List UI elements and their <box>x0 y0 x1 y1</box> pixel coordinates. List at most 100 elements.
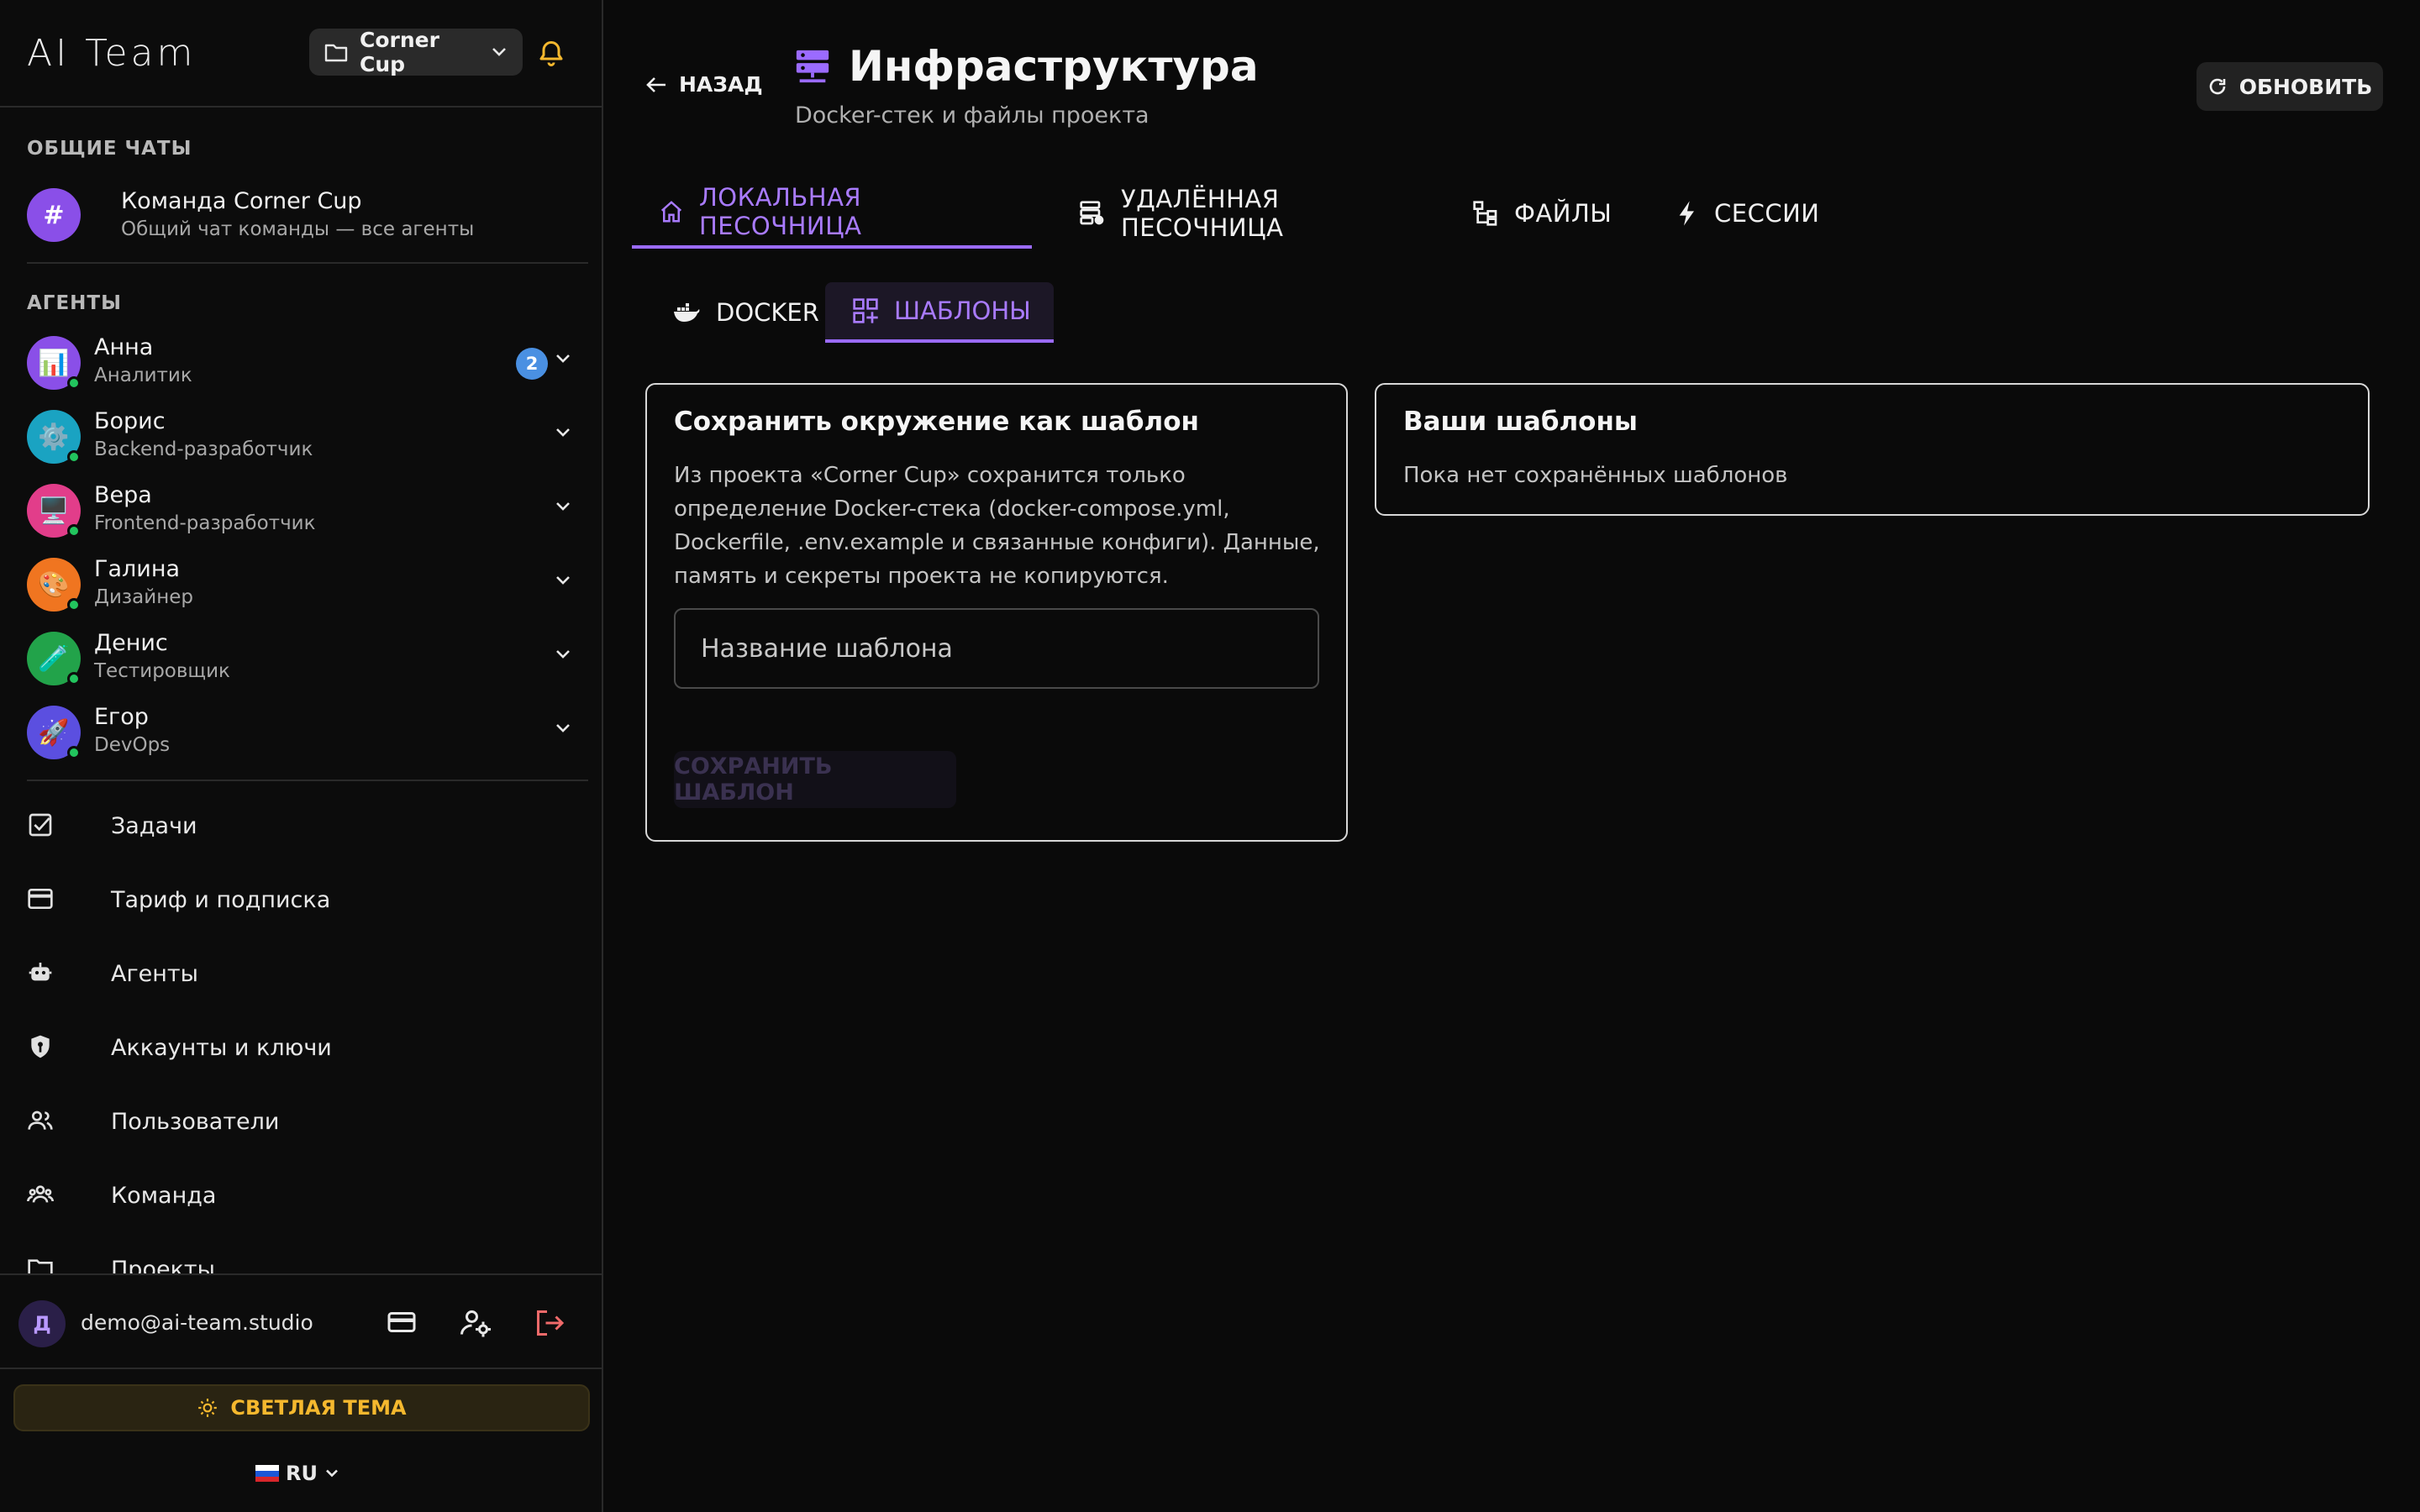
chevron-down-icon[interactable] <box>555 722 571 734</box>
template-name-input[interactable] <box>674 608 1319 689</box>
team-chat-item[interactable]: # Команда Corner Cup Общий чат команды —… <box>27 181 581 249</box>
nav-item-label: Аккаунты и ключи <box>111 1035 332 1061</box>
agent-item[interactable]: 🚀 Егор DevOps <box>27 699 581 766</box>
file-tree-icon <box>1472 200 1499 227</box>
nav-item[interactable]: Пользователи <box>27 1092 581 1152</box>
light-theme-label: СВЕТЛАЯ ТЕМА <box>230 1396 407 1420</box>
language-code: RU <box>286 1462 318 1485</box>
sidebar: AI Team Corner Cup ОБЩИЕ ЧАТЫ # Команда … <box>0 0 603 1512</box>
save-template-title: Сохранить окружение как шаблон <box>674 407 1199 437</box>
server-remote-icon <box>1079 200 1106 227</box>
nav-item[interactable]: Команда <box>27 1166 581 1226</box>
chevron-down-icon[interactable] <box>555 427 571 438</box>
agent-role: Backend-разработчик <box>94 438 313 460</box>
nav-item-label: Агенты <box>111 961 198 987</box>
logout-icon[interactable] <box>534 1309 565 1337</box>
users-icon <box>27 1107 54 1134</box>
your-templates-title: Ваши шаблоны <box>1403 407 1638 437</box>
nav-item-label: Тариф и подписка <box>111 887 331 913</box>
online-status-dot <box>67 376 81 390</box>
divider <box>27 262 588 264</box>
folder-icon <box>324 42 348 62</box>
tab-label: ЛОКАЛЬНАЯ ПЕСОЧНИЦА <box>699 183 862 240</box>
chevron-down-icon[interactable] <box>555 648 571 660</box>
subtab-templates[interactable]: ШАБЛОНЫ <box>825 282 1054 343</box>
agent-role: Frontend-разработчик <box>94 512 316 534</box>
sun-icon <box>197 1397 218 1419</box>
agent-item[interactable]: 🧪 Денис Тестировщик <box>27 625 581 692</box>
save-template-button[interactable]: СОХРАНИТЬ ШАБЛОН <box>674 751 956 808</box>
nav-item[interactable]: Аккаунты и ключи <box>27 1018 581 1079</box>
docker-icon <box>672 302 701 323</box>
light-theme-button[interactable]: СВЕТЛАЯ ТЕМА <box>13 1384 590 1431</box>
chevron-down-icon[interactable] <box>555 575 571 586</box>
ru-flag-icon <box>255 1465 279 1482</box>
folder-icon <box>27 1255 54 1273</box>
agent-emoji-icon: 🧪 <box>38 643 70 674</box>
notifications-bell-icon[interactable] <box>536 39 566 69</box>
nav-item[interactable]: Проекты <box>27 1240 581 1273</box>
agent-name: Анна <box>94 334 154 360</box>
nav-item[interactable]: Агенты <box>27 944 581 1005</box>
billing-card-icon[interactable] <box>387 1309 417 1336</box>
refresh-button-label: ОБНОВИТЬ <box>2238 74 2373 99</box>
agent-name: Егор <box>94 704 149 730</box>
nav-item[interactable]: Задачи <box>27 796 581 857</box>
agent-item[interactable]: 🎨 Галина Дизайнер <box>27 551 581 618</box>
your-templates-card: Ваши шаблоны Пока нет сохранённых шаблон… <box>1375 383 2370 516</box>
agent-role: DevOps <box>94 734 171 756</box>
save-template-card: Сохранить окружение как шаблон Из проект… <box>645 383 1348 842</box>
sidebar-header: AI Team Corner Cup <box>0 0 602 108</box>
team-chat-name: Команда Corner Cup <box>121 188 362 214</box>
language-selector[interactable]: RU <box>255 1462 339 1485</box>
nav-item[interactable]: Тариф и подписка <box>27 870 581 931</box>
online-status-dot <box>67 672 81 685</box>
agent-item[interactable]: 📊 Анна Аналитик 2 <box>27 329 581 396</box>
nav-item-label: Проекты <box>111 1257 215 1273</box>
agent-item[interactable]: ⚙️ Борис Backend-разработчик <box>27 403 581 470</box>
unread-count-badge: 2 <box>516 348 548 380</box>
online-status-dot <box>67 746 81 759</box>
agents-title: АГЕНТЫ <box>27 292 122 314</box>
tab-sessions[interactable]: СЕССИИ <box>1649 178 1846 249</box>
tab-local-sandbox[interactable]: ЛОКАЛЬНАЯ ПЕСОЧНИЦА <box>632 178 1032 249</box>
chevron-down-icon[interactable] <box>555 353 571 365</box>
chevron-down-icon <box>324 1468 339 1478</box>
project-selector[interactable]: Corner Cup <box>309 28 523 76</box>
chevron-down-icon <box>491 46 508 58</box>
subtab-docker[interactable]: DOCKER <box>645 282 846 343</box>
back-button[interactable]: НАЗАД <box>645 72 763 97</box>
tab-files[interactable]: ФАЙЛЫ <box>1445 178 1639 249</box>
online-status-dot <box>67 524 81 538</box>
refresh-button[interactable]: ОБНОВИТЬ <box>2196 62 2383 111</box>
app-title: AI Team <box>27 32 197 75</box>
online-status-dot <box>67 450 81 464</box>
agent-item[interactable]: 🖥️ Вера Frontend-разработчик <box>27 477 581 544</box>
team-icon <box>27 1181 54 1208</box>
server-icon <box>793 47 832 86</box>
bolt-icon <box>1676 200 1699 227</box>
user-settings-icon[interactable] <box>460 1309 491 1337</box>
tab-label: ФАЙЛЫ <box>1514 199 1612 228</box>
page-title: Инфраструктура <box>849 42 1259 91</box>
project-selector-label: Corner Cup <box>360 28 439 76</box>
agent-name: Вера <box>94 482 152 508</box>
subtab-label: DOCKER <box>716 298 819 327</box>
agent-emoji-icon: ⚙️ <box>38 422 70 452</box>
user-email: demo@ai-team.studio <box>81 1310 313 1335</box>
agent-emoji-icon: 📊 <box>38 348 70 378</box>
subtab-label: ШАБЛОНЫ <box>894 297 1031 325</box>
agent-emoji-icon: 🚀 <box>38 717 70 748</box>
tab-remote-sandbox[interactable]: УДАЛЁННАЯ ПЕСОЧНИЦА <box>1052 178 1310 249</box>
agent-role: Тестировщик <box>94 660 230 682</box>
save-template-button-label: СОХРАНИТЬ ШАБЛОН <box>674 753 833 806</box>
chevron-down-icon[interactable] <box>555 501 571 512</box>
agent-emoji-icon: 🖥️ <box>38 496 70 526</box>
agent-emoji-icon: 🎨 <box>38 570 70 600</box>
nav-item-label: Пользователи <box>111 1109 280 1135</box>
refresh-icon <box>2207 76 2228 97</box>
tab-label: СЕССИИ <box>1714 199 1820 228</box>
agent-role: Аналитик <box>94 365 192 386</box>
team-chat-subtitle: Общий чат команды — все агенты <box>121 218 475 240</box>
user-bar: Д demo@ai-team.studio <box>0 1273 602 1369</box>
